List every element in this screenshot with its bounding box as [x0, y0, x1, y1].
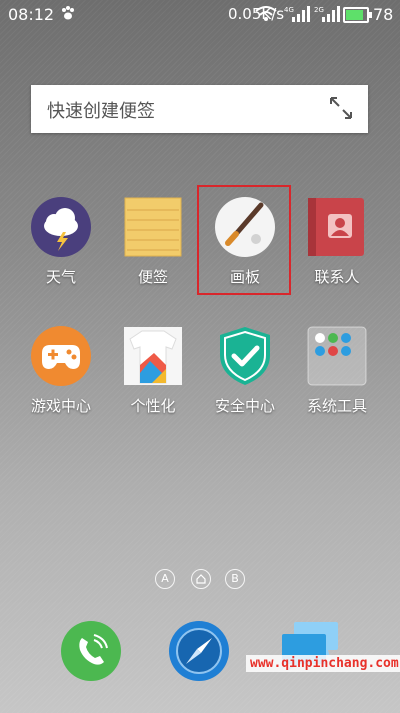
page-dot-home[interactable]	[191, 569, 211, 589]
app-label-weather: 天气	[45, 268, 76, 286]
app-weather[interactable]: 天气	[16, 196, 106, 287]
signal-2-label: 2G	[314, 6, 324, 14]
quick-note-placeholder[interactable]: 快速创建便签	[47, 97, 155, 123]
signal-4g-icon: 4G	[284, 6, 310, 22]
app-label-notes: 便签	[137, 268, 168, 286]
app-personalize[interactable]: 个性化	[108, 325, 198, 416]
app-label-system-tools: 系统工具	[306, 397, 367, 415]
app-contacts[interactable]: 联系人	[292, 196, 382, 287]
app-security-center[interactable]: 安全中心	[200, 325, 290, 416]
status-time: 08:12	[8, 5, 55, 24]
contacts-icon[interactable]	[306, 196, 368, 258]
home-icon	[196, 574, 206, 584]
app-label-security-center: 安全中心	[214, 397, 275, 415]
weather-icon[interactable]	[30, 196, 92, 258]
signal-2g-icon: 2G	[314, 6, 340, 22]
watermark: www.qinpinchang.com	[246, 655, 400, 672]
battery-icon	[343, 7, 372, 23]
app-system-tools[interactable]: 系统工具	[292, 325, 382, 416]
app-label-game-center: 游戏中心	[30, 397, 91, 415]
signal-1-label: 4G	[284, 6, 294, 14]
compass-icon[interactable]	[168, 620, 230, 682]
phone-icon[interactable]	[60, 620, 122, 682]
app-notes[interactable]: 便签	[108, 196, 198, 287]
expand-icon[interactable]	[328, 95, 354, 121]
app-game-center[interactable]: 游戏中心	[16, 325, 106, 416]
app-label-contacts: 联系人	[314, 268, 360, 286]
page-indicator[interactable]: A B	[155, 569, 245, 591]
app-label-personalize: 个性化	[130, 397, 176, 415]
gamepad-icon[interactable]	[30, 325, 92, 387]
notes-icon[interactable]	[122, 196, 184, 258]
quick-note-widget[interactable]: 快速创建便签	[31, 85, 368, 133]
paw-icon	[62, 6, 74, 20]
highlight-box	[197, 185, 291, 295]
tshirt-icon[interactable]	[122, 325, 184, 387]
page-dot-a[interactable]: A	[155, 569, 175, 589]
battery-level: 78	[373, 5, 394, 24]
shield-icon[interactable]	[214, 325, 276, 387]
wifi-icon	[255, 6, 277, 21]
folder-icon[interactable]	[306, 325, 368, 387]
page-dot-b[interactable]: B	[225, 569, 245, 589]
status-bar: 08:12 0.05K/s 4G 2G 78	[0, 0, 400, 30]
